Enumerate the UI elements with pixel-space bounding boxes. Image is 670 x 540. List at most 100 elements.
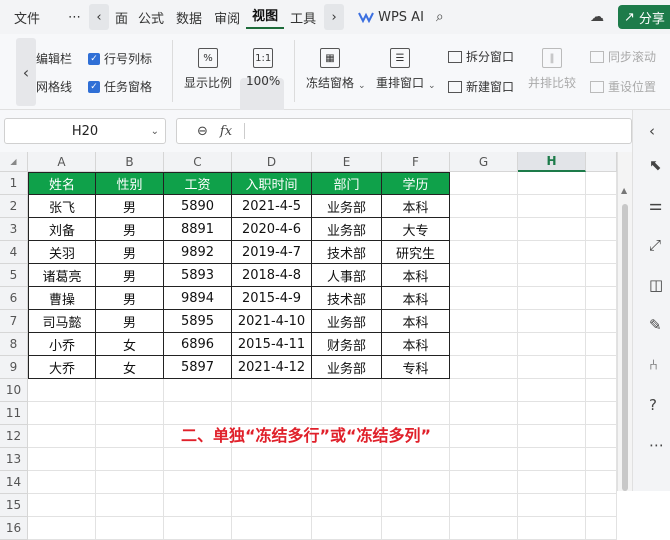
table-cell[interactable]: 男 — [96, 195, 164, 218]
table-cell[interactable]: 2021-4-10 — [232, 310, 312, 333]
table-cell[interactable]: 6896 — [164, 333, 232, 356]
grid-cell[interactable] — [518, 195, 586, 218]
grid-cell[interactable] — [312, 494, 382, 517]
share-button[interactable]: ↗ 分享 — [618, 5, 670, 29]
freeze-panes-button[interactable]: ▦ 冻结窗格 — [306, 48, 354, 91]
arrange-windows-dropdown-icon[interactable]: ⌄ — [428, 81, 436, 91]
table-cell[interactable]: 人事部 — [312, 264, 382, 287]
grid-cell[interactable] — [586, 264, 617, 287]
table-cell[interactable]: 2019-4-7 — [232, 241, 312, 264]
cloud-upload-icon[interactable]: ☁ — [590, 9, 604, 25]
grid-cell[interactable] — [28, 379, 96, 402]
row-header-16[interactable]: 16 — [0, 517, 28, 540]
split-window-button[interactable]: 拆分窗口 — [448, 48, 514, 65]
grid-cell[interactable] — [518, 402, 586, 425]
table-cell[interactable]: 诸葛亮 — [28, 264, 96, 287]
table-cell[interactable]: 财务部 — [312, 333, 382, 356]
menu-formulas[interactable]: 公式 — [132, 8, 170, 27]
table-cell[interactable]: 5890 — [164, 195, 232, 218]
table-cell[interactable]: 研究生 — [382, 241, 450, 264]
table-cell[interactable]: 业务部 — [312, 356, 382, 379]
grid-cell[interactable] — [518, 425, 586, 448]
grid-cell[interactable] — [164, 448, 232, 471]
table-cell[interactable]: 业务部 — [312, 195, 382, 218]
grid-cell[interactable] — [450, 379, 518, 402]
grid-cell[interactable] — [518, 379, 586, 402]
table-cell[interactable]: 刘备 — [28, 218, 96, 241]
grid-cell[interactable] — [450, 356, 518, 379]
row-header-5[interactable]: 5 — [0, 264, 28, 287]
sidebar-collapse-icon[interactable]: ‹ — [649, 122, 655, 140]
arrange-windows-button[interactable]: ☰ 重排窗口 — [376, 48, 424, 91]
help-icon[interactable]: ? — [649, 396, 657, 414]
row-header-3[interactable]: 3 — [0, 218, 28, 241]
column-header-g[interactable]: G — [450, 152, 518, 172]
column-header-h[interactable]: H — [518, 152, 586, 172]
vertical-scrollbar[interactable]: ▲ — [617, 152, 632, 491]
table-cell[interactable]: 本科 — [382, 287, 450, 310]
grid-cell[interactable] — [96, 425, 164, 448]
grid-cell[interactable] — [96, 517, 164, 540]
column-header-e[interactable]: E — [312, 152, 382, 172]
table-cell[interactable]: 5895 — [164, 310, 232, 333]
grid-cell[interactable] — [586, 195, 617, 218]
table-cell[interactable]: 本科 — [382, 264, 450, 287]
table-cell[interactable]: 9892 — [164, 241, 232, 264]
grid-cell[interactable] — [232, 494, 312, 517]
select-cursor-icon[interactable]: ⬉ — [649, 156, 662, 174]
checkbox-gridlines[interactable]: 网格线 — [36, 78, 72, 95]
row-header-11[interactable]: 11 — [0, 402, 28, 425]
table-cell[interactable]: 本科 — [382, 310, 450, 333]
menu-scroll-left-icon[interactable]: ‹ — [89, 4, 110, 30]
grid-cell[interactable] — [450, 402, 518, 425]
chevron-down-icon[interactable]: ⌄ — [151, 126, 159, 137]
table-cell[interactable]: 大乔 — [28, 356, 96, 379]
formula-input[interactable]: ⊖ fx — [176, 118, 632, 144]
display-ratio-button[interactable]: % 显示比例 — [184, 48, 232, 91]
grid-cell[interactable] — [586, 517, 617, 540]
table-cell[interactable]: 业务部 — [312, 218, 382, 241]
grid-cell[interactable] — [96, 494, 164, 517]
menu-scroll-right-icon[interactable]: › — [324, 4, 345, 30]
grid-cell[interactable] — [28, 402, 96, 425]
row-header-15[interactable]: 15 — [0, 494, 28, 517]
table-header-cell[interactable]: 性别 — [96, 172, 164, 195]
table-cell[interactable]: 2021-4-12 — [232, 356, 312, 379]
row-header-1[interactable]: 1 — [0, 172, 28, 195]
scrollbar-thumb[interactable] — [622, 204, 628, 491]
menu-item-partial[interactable]: 面 — [111, 8, 132, 27]
grid-cell[interactable] — [382, 517, 450, 540]
column-header-f[interactable]: F — [382, 152, 450, 172]
table-header-cell[interactable]: 工资 — [164, 172, 232, 195]
new-window-button[interactable]: 新建窗口 — [448, 78, 514, 95]
table-cell[interactable]: 女 — [96, 333, 164, 356]
grid-cell[interactable] — [164, 517, 232, 540]
grid-cell[interactable] — [518, 517, 586, 540]
grid-cell[interactable] — [96, 448, 164, 471]
scroll-up-icon[interactable]: ▲ — [621, 186, 627, 195]
menu-more[interactable]: ⋯ — [62, 10, 87, 25]
table-cell[interactable]: 男 — [96, 264, 164, 287]
grid-cell[interactable] — [312, 448, 382, 471]
row-header-7[interactable]: 7 — [0, 310, 28, 333]
table-header-cell[interactable]: 入职时间 — [232, 172, 312, 195]
row-header-9[interactable]: 9 — [0, 356, 28, 379]
row-header-4[interactable]: 4 — [0, 241, 28, 264]
grid-cell[interactable] — [518, 356, 586, 379]
grid-cell[interactable] — [312, 379, 382, 402]
grid-cell[interactable] — [450, 517, 518, 540]
grid-cell[interactable] — [586, 425, 617, 448]
grid-cell[interactable] — [518, 310, 586, 333]
grid-cell[interactable] — [382, 448, 450, 471]
column-header-b[interactable]: B — [96, 152, 164, 172]
row-header-13[interactable]: 13 — [0, 448, 28, 471]
grid-cell[interactable] — [518, 494, 586, 517]
table-cell[interactable]: 5897 — [164, 356, 232, 379]
grid-cell[interactable] — [96, 402, 164, 425]
grid-cell[interactable] — [450, 333, 518, 356]
grid-cell[interactable] — [450, 494, 518, 517]
table-cell[interactable]: 大专 — [382, 218, 450, 241]
side-by-side-button[interactable]: ‖ 并排比较 — [528, 48, 576, 91]
grid-cell[interactable] — [450, 448, 518, 471]
checkbox-row-col-labels[interactable]: ✓ 行号列标 — [88, 50, 152, 67]
